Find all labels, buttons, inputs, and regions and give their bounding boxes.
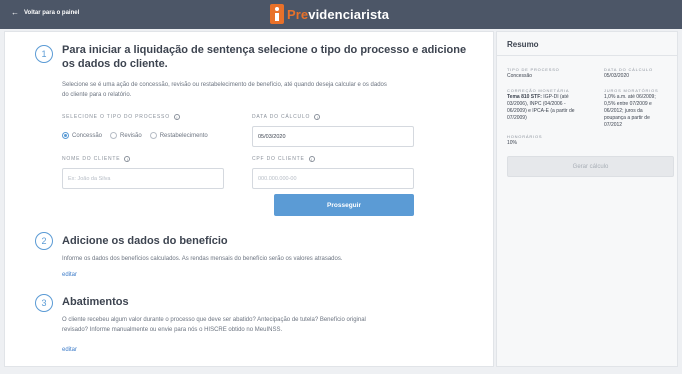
summary-date-label: Data do cálculo [604,67,653,72]
step-1-title: Para iniciar a liquidação de sentença se… [62,44,467,70]
client-name-input[interactable]: Ex: João da Silva [62,168,224,189]
step-3-title: Abatimentos [62,296,129,308]
radio-dot [149,132,157,139]
step-3-edit-link[interactable]: editar [62,347,77,353]
step-2-title: Adicione os dados do benefício [62,235,228,247]
top-bar: ← Voltar para o painel Previdenciarista [0,0,682,29]
calculation-date-label: Data do cálculo i [252,114,321,120]
radio-dot [110,132,118,139]
info-icon[interactable]: i [173,114,180,120]
divider [497,55,677,56]
radio-dot [62,132,69,139]
radio-concessao[interactable]: Concessão [62,132,102,139]
step-1-number: 1 [35,45,53,63]
summary-correction-value: Tema 810 STF: IGP-DI (até 03/2006), INPC… [507,94,575,121]
step-3-description: O cliente recebeu algum valor durante o … [62,317,366,333]
step-2-number: 2 [35,232,53,250]
info-icon[interactable]: i [314,114,321,120]
back-label: Voltar para o painel [24,10,80,16]
process-type-label: Selecione o tipo do processo i [62,114,180,120]
info-icon[interactable]: i [124,156,131,162]
proceed-button[interactable]: Prosseguir [274,194,414,216]
summary-correction-label: Correção monetária [507,88,570,93]
info-icon[interactable]: i [308,156,315,162]
summary-date-value: 05/03/2020 [604,73,630,79]
summary-process-type-value: Concessão [507,73,533,79]
logo-icon [270,4,284,24]
logo: Previdenciarista [270,4,389,24]
summary-fees-label: Honorários [507,134,543,139]
calculation-date-input[interactable]: 05/03/2020 [252,126,414,147]
step-2-edit-link[interactable]: editar [62,272,77,278]
radio-revisao[interactable]: Revisão [110,132,142,139]
summary-title: Resumo [507,40,539,49]
summary-process-type-label: Tipo de processo [507,67,560,72]
client-cpf-label: CPF do cliente i [252,156,315,162]
radio-restabelecimento[interactable]: Restabelecimento [149,132,208,139]
summary-interest-value: 1,0% a.m. até 06/2009; 0,5% entre 07/200… [604,94,656,128]
client-name-label: Nome do cliente i [62,156,131,162]
logo-text: Previdenciarista [287,6,390,22]
generate-calculation-button[interactable]: Gerar cálculo [507,156,674,177]
arrow-left-icon: ← [11,8,19,17]
summary-panel: Resumo Tipo de processo Concessão Data d… [496,31,678,367]
client-cpf-input[interactable]: 000.000.000-00 [252,168,414,189]
step-2-description: Informe os dados dos benefícios calculad… [62,256,343,262]
summary-fees-value: 10% [507,140,518,146]
process-type-radio-group: Concessão Revisão Restabelecimento [62,132,208,139]
calculation-form-panel: 1 Para iniciar a liquidação de sentença … [4,31,494,367]
summary-interest-label: Juros moratórios [604,88,659,93]
step-3-number: 3 [35,294,53,312]
back-to-dashboard-link[interactable]: ← Voltar para o painel [11,9,79,17]
step-1-description: Selecione se é uma ação de concessão, re… [62,82,387,98]
